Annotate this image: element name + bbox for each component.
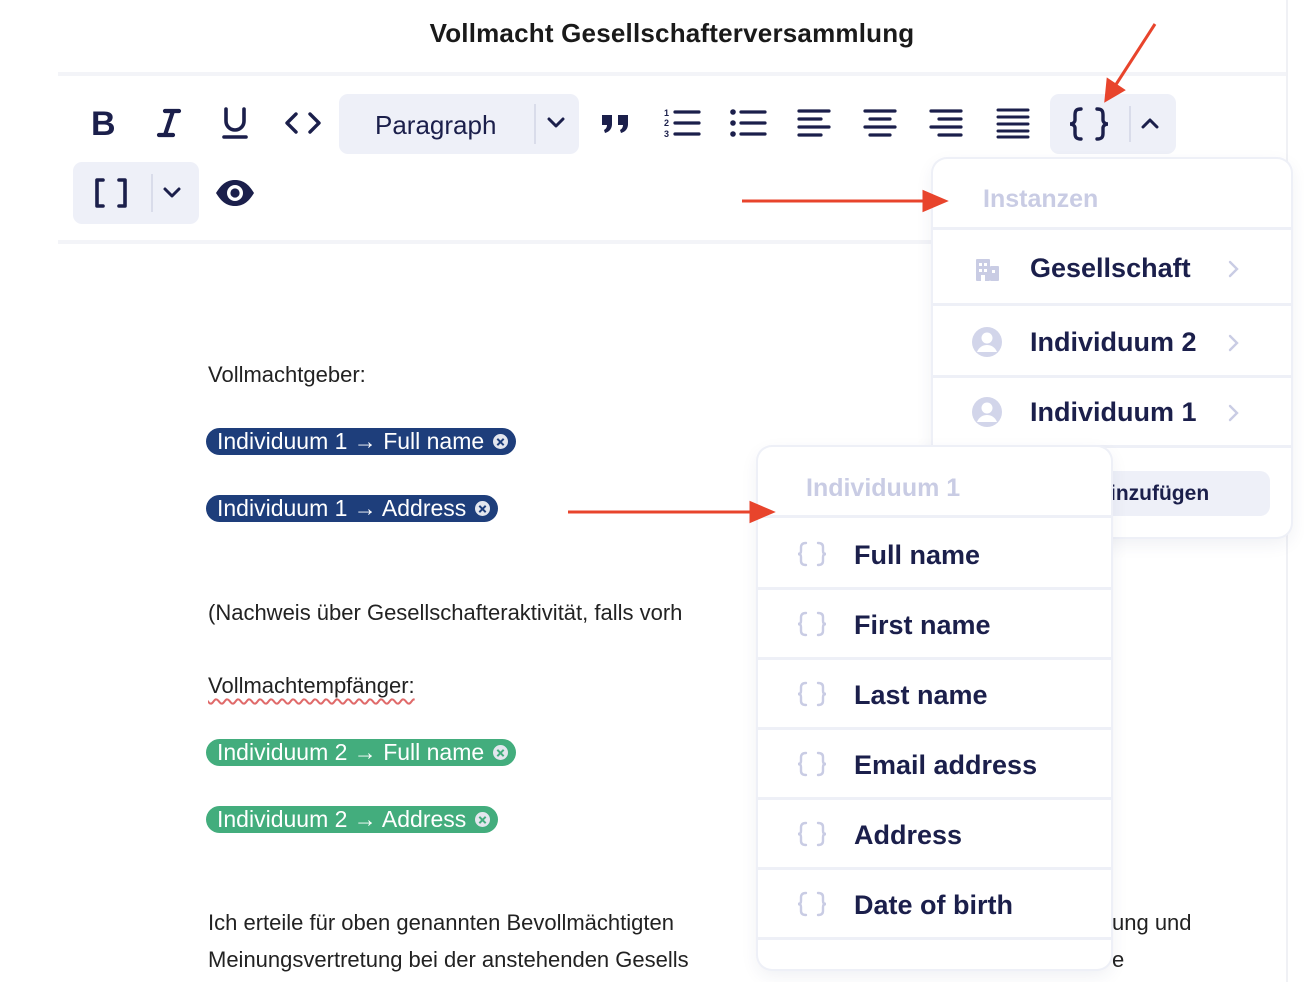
misspelled-word: Vollmachtempfänger: [208,673,415,698]
field-item-label: Last name [854,680,988,710]
align-left-button[interactable] [792,100,836,146]
bold-button[interactable]: B [80,100,126,146]
instance-item-label: Gesellschaft [1030,253,1191,283]
chevron-right-icon [1228,334,1239,352]
italic-button[interactable] [146,100,192,146]
code-icon [285,112,321,134]
bullet-list-button[interactable] [726,100,770,146]
instance-item-individuum-2[interactable]: Individuum 2 [933,307,1291,377]
quote-icon [602,115,628,133]
curly-braces-icon [797,751,827,777]
preview-button[interactable] [210,170,260,216]
variable-chip[interactable]: Individuum 2 → Address [206,806,499,833]
ordered-list-button[interactable]: 1 2 3 [660,100,704,146]
underline-icon [222,107,248,139]
remove-chip-icon[interactable] [475,501,491,516]
user-icon [972,397,1002,427]
align-right-button[interactable] [924,100,968,146]
chip-label: Individuum 2 → Address [217,806,467,832]
instance-item-individuum-1[interactable]: Individuum 1 [933,377,1291,447]
svg-text:B: B [91,108,116,138]
add-instance-label: inzufügen [1110,481,1210,505]
fields-menu-header: Individuum 1 [806,474,961,502]
remove-chip-icon[interactable] [493,745,509,760]
field-item-address[interactable]: Address [758,799,1111,867]
chevron-down-icon [163,187,181,198]
instance-item-gesellschaft[interactable]: Gesellschaft [933,233,1291,303]
paragraph-select[interactable]: Paragraph [339,94,579,154]
placeholder-button[interactable] [73,162,199,224]
field-item-label: Email address [854,750,1038,780]
paragraph-select-label: Paragraph [375,110,497,140]
chevron-right-icon [1228,404,1239,422]
doc-paragraph-line-end: e [1112,947,1125,972]
doc-line-vollmachtgeber: Vollmachtgeber: [208,362,366,387]
field-item-email-address[interactable]: Email address [758,729,1111,797]
field-item-label: Full name [854,540,981,570]
instance-item-label: Individuum 2 [1030,327,1197,357]
square-brackets-icon [95,178,127,208]
bold-icon: B [91,108,116,138]
doc-line-vollmachtempfaenger: Vollmachtempfänger: [208,673,415,699]
variable-chip[interactable]: Individuum 2 → Full name [206,739,517,766]
italic-icon [156,108,182,138]
field-item-full-name[interactable]: Full name [758,519,1111,587]
align-right-icon [929,109,963,137]
field-item-first-name[interactable]: First name [758,589,1111,657]
svg-text:1: 1 [664,108,669,118]
field-item-date-of-birth[interactable]: Date of birth [758,869,1111,937]
building-icon [976,259,999,281]
field-item-label: Date of birth [854,890,1013,920]
blockquote-button[interactable] [594,100,638,146]
curly-braces-icon [797,891,827,917]
doc-paragraph-line-end: ung und [1112,910,1192,935]
align-left-icon [797,109,831,137]
field-item-label: First name [854,610,991,640]
curly-braces-icon [1069,107,1109,141]
chevron-down-icon [547,117,565,128]
chip-label: Individuum 1 → Address [217,495,467,521]
underline-button[interactable] [212,100,258,146]
chevron-right-icon [1228,260,1239,278]
page-title: Vollmacht Gesellschafterversammlung [429,18,915,48]
align-justify-button[interactable] [990,100,1036,146]
doc-paragraph-line: Ich erteile für oben genannten Bevollmäc… [208,910,674,935]
toolbar-top-divider [58,72,1286,76]
instance-item-label: Individuum 1 [1030,397,1197,427]
chevron-up-icon [1141,118,1159,129]
doc-paragraph-line: Meinungsvertretung bei der anstehenden G… [208,947,689,972]
align-justify-icon [996,108,1030,139]
variable-chip[interactable]: Individuum 1 → Address [206,495,499,522]
doc-line-nachweis: (Nachweis über Gesellschafteraktivität, … [208,600,683,625]
align-center-icon [863,109,897,137]
code-button[interactable] [280,100,326,146]
bullet-list-icon [730,109,767,137]
user-icon [972,327,1002,357]
curly-braces-icon [797,541,827,567]
fields-menu: Individuum 1 Full name First name Last n… [758,447,1111,969]
align-center-button[interactable] [858,100,902,146]
variable-insert-button[interactable] [1050,94,1176,154]
variable-chip[interactable]: Individuum 1 → Full name [206,428,517,455]
field-item-label: Address [854,820,963,850]
svg-text:2: 2 [664,118,669,128]
chip-label: Individuum 1 → Full name [217,428,485,454]
field-item-last-name[interactable]: Last name [758,659,1111,727]
remove-chip-icon[interactable] [493,434,509,449]
curly-braces-icon [797,681,827,707]
instances-menu-header: Instanzen [983,185,1099,213]
curly-braces-icon [797,821,827,847]
ordered-list-icon: 1 2 3 [664,108,701,139]
chip-label: Individuum 2 → Full name [217,739,485,765]
remove-chip-icon[interactable] [475,812,491,827]
curly-braces-icon [797,611,827,637]
svg-text:3: 3 [664,129,669,139]
eye-icon [216,180,254,206]
